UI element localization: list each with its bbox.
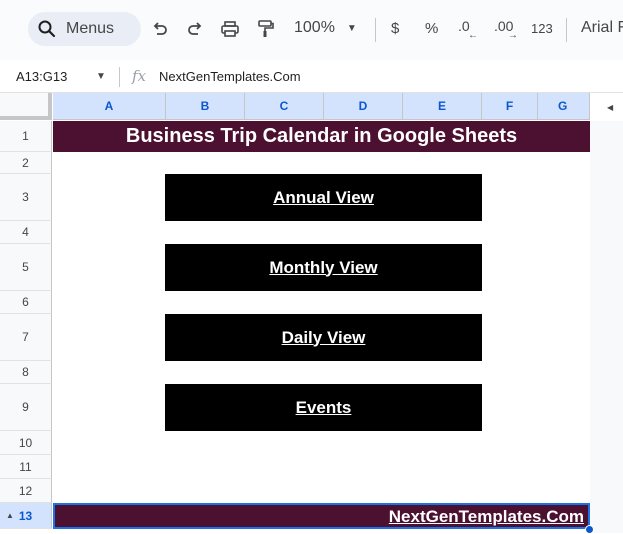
column-header-b[interactable]: B xyxy=(166,93,245,120)
footer-link[interactable]: NextGenTemplates.Com xyxy=(389,507,584,527)
formula-divider xyxy=(119,67,120,87)
row-header-10[interactable]: 10 xyxy=(0,431,52,455)
column-header-g[interactable]: G xyxy=(538,93,590,120)
annual-view-button[interactable]: Annual View xyxy=(165,174,482,221)
scroll-left-icon[interactable]: ◀ xyxy=(607,103,613,112)
events-button[interactable]: Events xyxy=(165,384,482,431)
search-label: Menus xyxy=(66,20,115,37)
spreadsheet-grid: A B C D E F G ◀ 1 2 3 4 5 6 7 8 9 10 11 … xyxy=(0,93,623,534)
row-header-5[interactable]: 5 xyxy=(0,244,52,291)
zoom-value: 100% xyxy=(294,19,335,36)
name-box[interactable]: A13:G13 xyxy=(16,69,67,84)
formula-bar: A13:G13 ▼ fx NextGenTemplates.Com xyxy=(0,60,623,93)
fx-icon: fx xyxy=(132,67,147,85)
sheet-title[interactable]: Business Trip Calendar in Google Sheets xyxy=(53,121,590,152)
search-icon xyxy=(38,20,56,38)
number-format-button[interactable]: 123 xyxy=(531,21,553,36)
column-header-a[interactable]: A xyxy=(53,93,166,120)
decrease-decimal-button[interactable]: .0 ← xyxy=(458,18,478,41)
arrow-right-icon: → xyxy=(508,30,518,41)
toolbar-divider xyxy=(375,18,376,42)
row-header-2[interactable]: 2 xyxy=(0,152,52,174)
column-header-f[interactable]: F xyxy=(482,93,538,120)
percent-format-button[interactable]: % xyxy=(425,20,438,37)
row-header-11[interactable]: 11 xyxy=(0,455,52,479)
increase-decimal-button[interactable]: .00 → xyxy=(494,18,518,41)
toolbar: Menus 100% ▼ $ % .0 ← .00 → 123 Arial F xyxy=(0,0,623,60)
row-header-4[interactable]: 4 xyxy=(0,221,52,244)
formula-input[interactable]: NextGenTemplates.Com xyxy=(159,69,301,84)
row-header-13[interactable]: ▲ 13 xyxy=(0,503,52,529)
redo-icon[interactable] xyxy=(184,18,206,40)
collapse-up-icon[interactable]: ▲ xyxy=(6,511,14,520)
undo-icon[interactable] xyxy=(149,18,171,40)
offscreen-cells xyxy=(590,121,623,533)
print-icon[interactable] xyxy=(219,18,241,40)
daily-view-button[interactable]: Daily View xyxy=(165,314,482,361)
toolbar-divider xyxy=(566,18,567,42)
row-header-8[interactable]: 8 xyxy=(0,361,52,384)
row-header-1[interactable]: 1 xyxy=(0,121,52,152)
row-header-12[interactable]: 12 xyxy=(0,479,52,503)
arrow-left-icon: ← xyxy=(468,30,478,41)
zoom-select[interactable]: 100% ▼ xyxy=(294,19,357,37)
row-header-3[interactable]: 3 xyxy=(0,174,52,221)
row-header-6[interactable]: 6 xyxy=(0,291,52,314)
row-header-9[interactable]: 9 xyxy=(0,384,52,431)
footer-bar-selected[interactable]: NextGenTemplates.Com xyxy=(53,503,590,529)
select-all-corner[interactable] xyxy=(0,93,52,120)
column-header-c[interactable]: C xyxy=(245,93,324,120)
row-header-13-label: 13 xyxy=(18,508,33,523)
row-header-7[interactable]: 7 xyxy=(0,314,52,361)
paint-format-icon[interactable] xyxy=(254,18,276,40)
menu-search[interactable]: Menus xyxy=(28,12,141,46)
chevron-down-icon: ▼ xyxy=(346,22,357,34)
monthly-view-button[interactable]: Monthly View xyxy=(165,244,482,291)
currency-format-button[interactable]: $ xyxy=(391,20,399,37)
column-header-e[interactable]: E xyxy=(403,93,482,120)
font-select[interactable]: Arial F xyxy=(581,19,623,37)
column-header-d[interactable]: D xyxy=(324,93,403,120)
chevron-down-icon[interactable]: ▼ xyxy=(96,71,106,82)
